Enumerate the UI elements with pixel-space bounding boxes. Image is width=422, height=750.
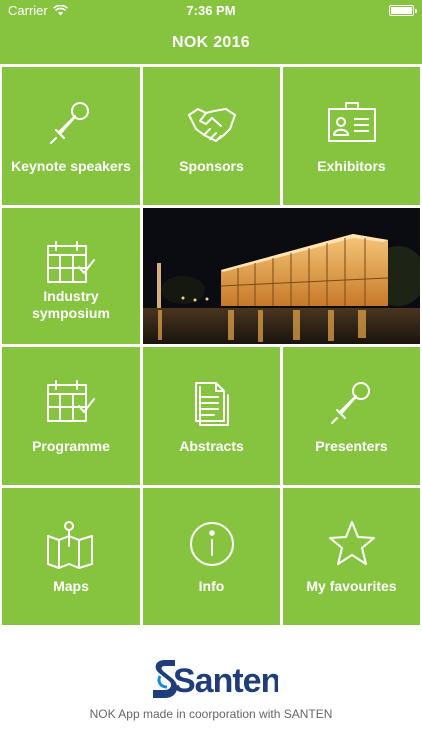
- id-card-icon: [326, 97, 378, 149]
- venue-photo: [143, 208, 420, 344]
- calendar-check-icon: [45, 377, 97, 429]
- status-time: 7:36 PM: [186, 3, 236, 18]
- tile-exhibitors[interactable]: Exhibitors: [283, 67, 420, 205]
- battery-icon: [389, 5, 417, 16]
- map-pin-icon: [45, 518, 97, 570]
- tile-label: My favourites: [306, 578, 397, 594]
- tile-keynote-speakers[interactable]: Keynote speakers: [2, 67, 140, 205]
- logo-text: Santen: [173, 662, 278, 700]
- tile-programme[interactable]: Programme: [2, 347, 140, 485]
- page-title: NOK 2016: [172, 34, 250, 51]
- microphone-icon: [45, 97, 97, 149]
- tile-abstracts[interactable]: Abstracts: [143, 347, 280, 485]
- santen-logo: Santen: [153, 660, 278, 700]
- info-icon: [186, 518, 238, 570]
- tile-label: Sponsors: [179, 158, 244, 174]
- tile-label: Presenters: [315, 438, 388, 454]
- tile-label: Exhibitors: [317, 158, 386, 174]
- top-bar: Carrier 7:36 PM NOK 2016: [0, 0, 422, 64]
- tile-label: Programme: [32, 438, 110, 454]
- status-bar: Carrier 7:36 PM: [0, 0, 422, 22]
- handshake-icon: [186, 97, 238, 149]
- documents-icon: [186, 377, 238, 429]
- tile-label: Industry symposium: [32, 288, 110, 321]
- tile-sponsors[interactable]: Sponsors: [143, 67, 280, 205]
- tile-my-favourites[interactable]: My favourites: [283, 488, 420, 625]
- tile-maps[interactable]: Maps: [2, 488, 140, 625]
- app-screen: Carrier 7:36 PM NOK 2016 Keynote speaker…: [0, 0, 422, 750]
- tile-presenters[interactable]: Presenters: [283, 347, 420, 485]
- tile-industry-symposium[interactable]: Industry symposium: [2, 208, 140, 344]
- tile-label: Info: [198, 578, 225, 594]
- tile-label: Maps: [53, 578, 89, 594]
- tile-label: Keynote speakers: [11, 158, 131, 174]
- star-icon: [326, 518, 378, 570]
- microphone-icon: [326, 377, 378, 429]
- calendar-check-icon: [45, 238, 97, 290]
- footer-note: NOK App made in coorporation with SANTEN: [89, 707, 333, 721]
- tile-info[interactable]: Info: [143, 488, 280, 625]
- tile-label: Abstracts: [179, 438, 244, 454]
